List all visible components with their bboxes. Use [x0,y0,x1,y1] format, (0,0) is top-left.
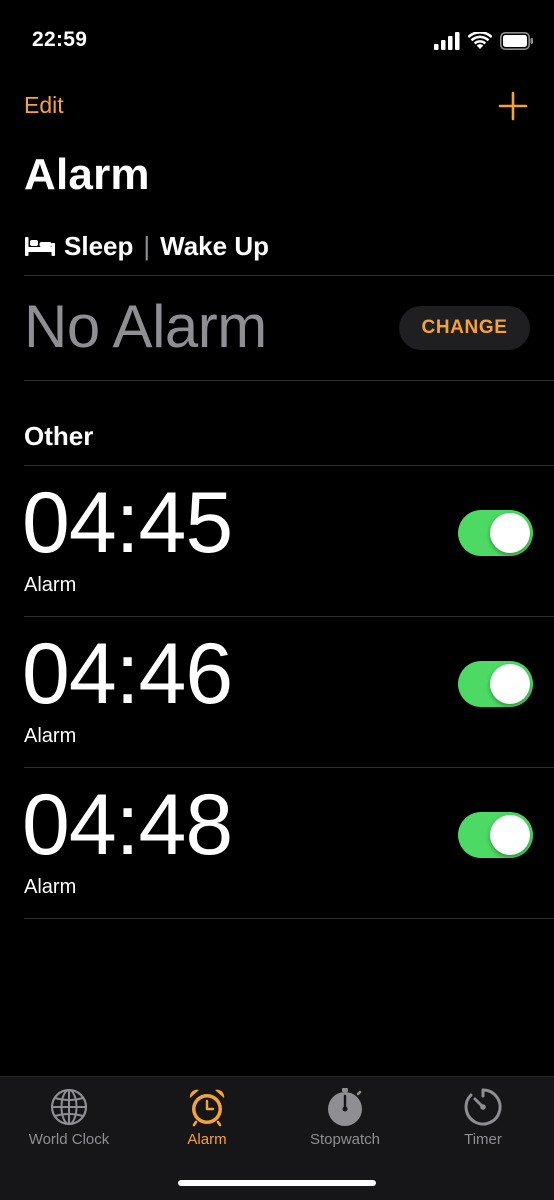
alarm-screen: 22:59 Edit Alarm Sleep | Wake Up No Alar… [0,0,554,1200]
sleep-alarm-status: No Alarm [24,293,267,360]
alarm-row[interactable]: 04:46 Alarm [0,617,554,767]
edit-button[interactable]: Edit [24,92,64,119]
tab-world-clock[interactable]: World Clock [0,1077,138,1167]
alarm-time: 04:46 [22,626,233,722]
status-bar: 22:59 [0,0,554,80]
bed-icon [25,237,55,256]
sleep-wake-separator: | [143,230,151,261]
alarm-toggle[interactable] [458,661,533,707]
alarm-toggle[interactable] [458,812,533,858]
sleep-wake-header: Sleep | Wake Up [24,228,269,264]
alarm-time: 04:45 [22,475,233,571]
home-indicator[interactable] [178,1180,376,1186]
alarm-label: Alarm [24,876,77,898]
section-header-other: Other [24,421,94,451]
divider [24,380,554,381]
wifi-icon [468,32,492,49]
tab-stopwatch[interactable]: Stopwatch [276,1077,414,1167]
alarm-clock-icon [189,1089,225,1127]
status-icons [434,30,534,52]
alarm-time: 04:48 [22,777,233,873]
alarm-label: Alarm [24,574,77,596]
toggle-knob [490,815,530,855]
cellular-signal-icon [434,32,460,50]
toggle-knob [490,513,530,553]
alarm-row[interactable]: 04:45 Alarm [0,466,554,616]
globe-icon [50,1088,88,1126]
status-time: 22:59 [32,28,88,51]
divider [24,918,554,919]
timer-icon [464,1088,502,1126]
alarm-row[interactable]: 04:48 Alarm [0,768,554,918]
stopwatch-icon [328,1088,362,1126]
plus-icon[interactable] [498,91,528,121]
tab-label: Stopwatch [309,1131,381,1148]
alarm-toggle[interactable] [458,510,533,556]
toggle-knob [490,664,530,704]
alarm-label: Alarm [24,725,77,747]
divider [24,275,554,276]
tab-timer[interactable]: Timer [414,1077,552,1167]
sleep-label: Sleep [64,230,134,261]
tab-label: World Clock [28,1131,110,1148]
tab-label: Alarm [187,1131,227,1148]
change-button[interactable]: CHANGE [399,306,530,350]
tab-label: Timer [464,1131,502,1148]
battery-icon [500,32,533,50]
tab-alarm[interactable]: Alarm [138,1077,276,1167]
page-title: Alarm [24,150,150,199]
wake-up-label: Wake Up [160,230,269,261]
